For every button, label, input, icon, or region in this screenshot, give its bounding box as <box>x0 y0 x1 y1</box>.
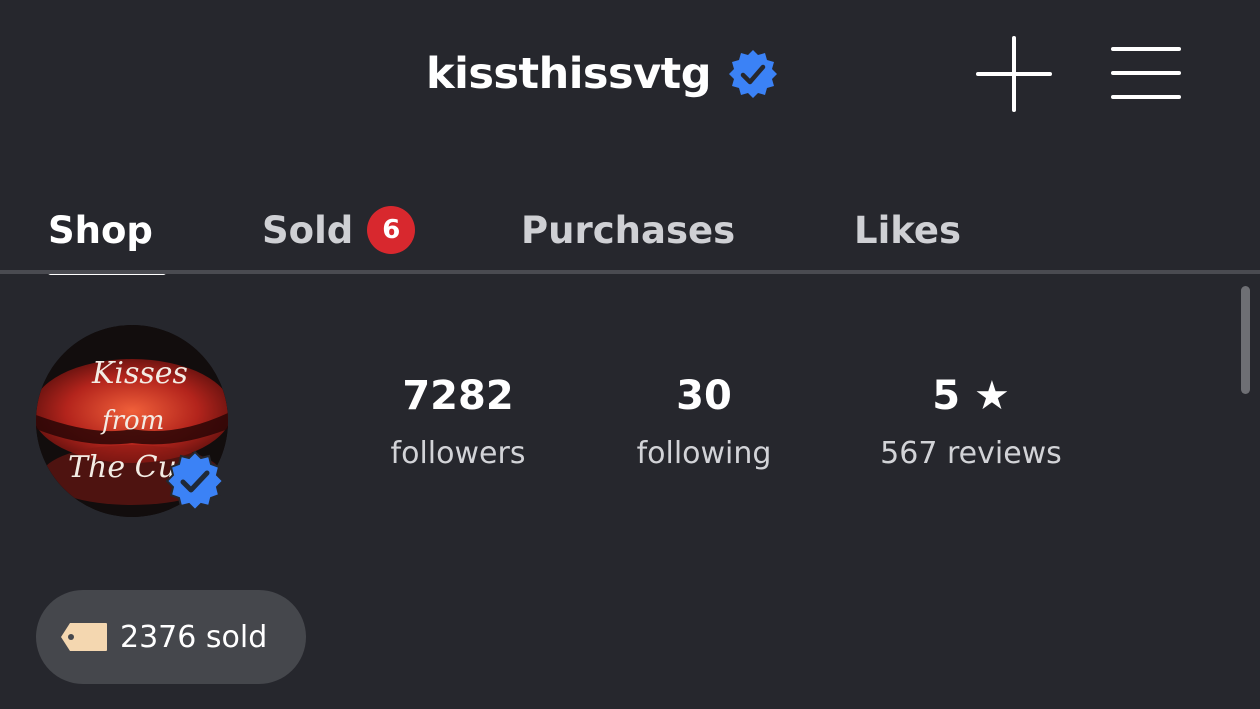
followers-count: 7282 <box>402 373 514 419</box>
rating-value: 5 ★ <box>932 373 1010 419</box>
profile-tabs: Shop Sold 6 Purchases Likes <box>0 190 1260 275</box>
sold-count-badge: 6 <box>367 206 416 254</box>
avatar-verified-badge-icon <box>165 450 225 512</box>
username: kissthissvtg <box>426 48 712 99</box>
verified-badge-icon <box>729 50 777 98</box>
sold-count-chip[interactable]: 2376 sold <box>36 590 306 684</box>
following-count: 30 <box>676 373 732 419</box>
reviews-count-label: 567 reviews <box>880 436 1062 471</box>
add-listing-button[interactable] <box>976 36 1052 112</box>
tab-shop-label: Shop <box>48 208 153 252</box>
following-label: following <box>636 436 772 471</box>
avatar-text-line-1: Kisses <box>91 356 188 391</box>
tabs-divider <box>0 270 1260 274</box>
menu-button[interactable] <box>1110 44 1182 102</box>
tab-likes-label: Likes <box>854 208 961 252</box>
tab-purchases[interactable]: Purchases <box>521 202 735 258</box>
tab-sold[interactable]: Sold 6 <box>262 202 416 258</box>
tab-shop[interactable]: Shop <box>48 202 153 258</box>
profile-header: kissthissvtg <box>426 44 779 104</box>
price-tag-icon <box>61 623 107 651</box>
tab-purchases-label: Purchases <box>521 208 736 252</box>
followers-stat[interactable]: 7282 followers <box>378 368 538 474</box>
sold-count-label: 2376 sold <box>120 619 268 655</box>
followers-label: followers <box>390 436 526 471</box>
tab-likes[interactable]: Likes <box>854 202 961 258</box>
profile-page: kissthissvtg Shop Sold 6 Purchases Likes <box>0 0 1260 709</box>
following-stat[interactable]: 30 following <box>624 368 784 474</box>
scrollbar[interactable] <box>1241 286 1250 394</box>
rating-stat[interactable]: 5 ★ 567 reviews <box>866 368 1076 474</box>
avatar-text-line-3: The Cu <box>68 450 177 485</box>
tab-sold-label: Sold <box>262 208 354 252</box>
avatar-text-line-2: from <box>100 406 164 436</box>
